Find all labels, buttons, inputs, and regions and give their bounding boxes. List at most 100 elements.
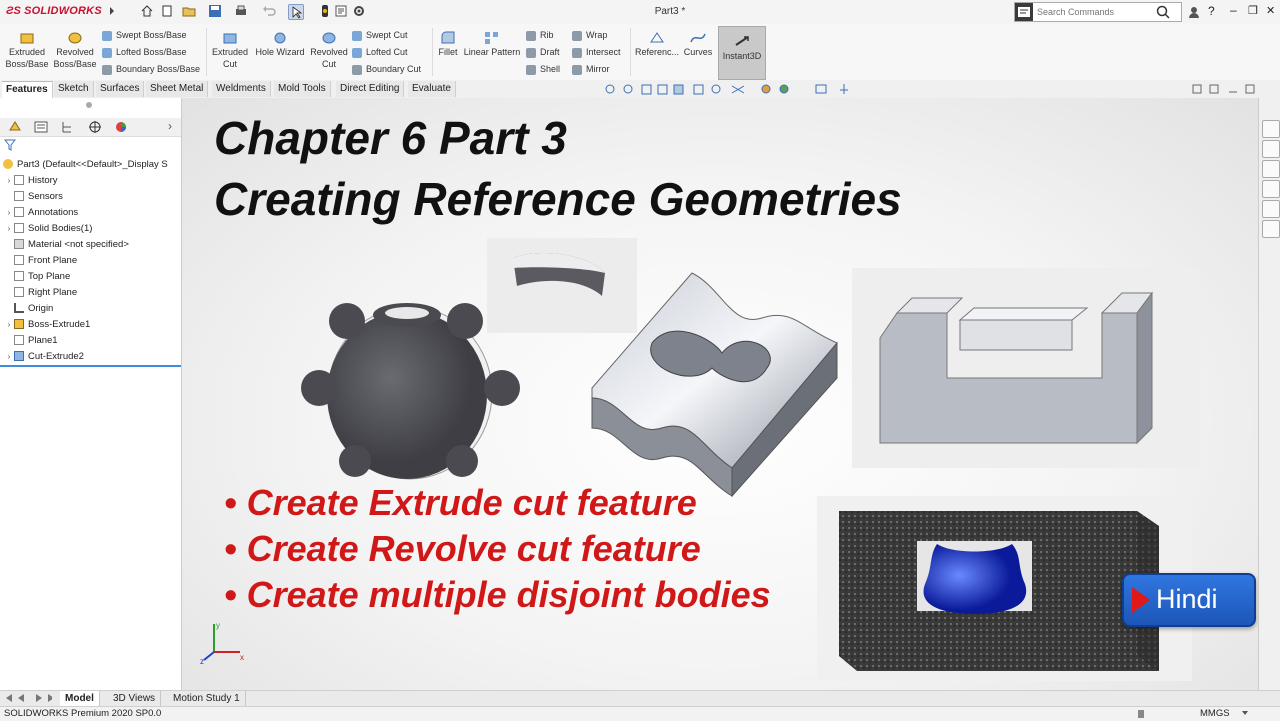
play-icon bbox=[1132, 587, 1150, 613]
view-palette-icon[interactable] bbox=[1262, 180, 1280, 198]
panel-grip-icon[interactable] bbox=[86, 102, 92, 108]
tree-item-history[interactable]: › History bbox=[4, 174, 58, 188]
tab-motion-study-1[interactable]: Motion Study 1 bbox=[168, 691, 246, 706]
search-commands-box[interactable] bbox=[1014, 2, 1182, 22]
swept-boss-button[interactable]: Swept Boss/Base bbox=[102, 28, 187, 42]
boundary-cut-button[interactable]: Boundary Cut bbox=[352, 62, 421, 76]
linear-pattern-icon bbox=[485, 32, 498, 44]
select-pointer-icon[interactable] bbox=[288, 4, 304, 20]
filter-icon[interactable] bbox=[3, 139, 17, 154]
tab-sheet-metal[interactable]: Sheet Metal bbox=[146, 81, 209, 97]
extruded-cut-button[interactable]: Extruded Cut bbox=[208, 26, 252, 70]
view-window-controls[interactable] bbox=[1192, 83, 1256, 98]
tree-item-material[interactable]: Material <not specified> bbox=[14, 238, 129, 252]
traffic-light-icon[interactable] bbox=[318, 4, 332, 18]
property-manager-tab-icon[interactable] bbox=[34, 120, 48, 137]
tree-root-part[interactable]: Part3 (Default<<Default>_Display S bbox=[3, 158, 168, 172]
expand-arrow-icon[interactable]: › bbox=[4, 350, 14, 364]
shell-button[interactable]: Shell bbox=[526, 62, 560, 76]
solidworks-logo[interactable]: ƧS SOLIDWORKS bbox=[6, 5, 102, 17]
expand-arrow-icon[interactable]: › bbox=[4, 222, 14, 236]
tab-weldments[interactable]: Weldments bbox=[212, 81, 271, 97]
open-folder-icon[interactable] bbox=[182, 4, 196, 18]
tab-mold-tools[interactable]: Mold Tools bbox=[274, 81, 331, 97]
tree-item-right-plane[interactable]: Right Plane bbox=[14, 286, 77, 300]
tree-item-boss-extrude1[interactable]: › Boss-Extrude1 bbox=[4, 318, 91, 332]
tab-features[interactable]: Features bbox=[2, 81, 53, 98]
tree-item-top-plane[interactable]: Top Plane bbox=[14, 270, 70, 284]
document-title: Part3 * bbox=[654, 6, 686, 17]
panel-more-arrow-icon[interactable]: › bbox=[168, 119, 172, 133]
tree-item-annotations[interactable]: › Annotations bbox=[4, 206, 79, 220]
origin-icon bbox=[14, 303, 24, 314]
tab-navigation-arrows[interactable] bbox=[4, 693, 54, 707]
expand-arrow-icon[interactable]: › bbox=[4, 174, 14, 188]
configuration-manager-tab-icon[interactable] bbox=[60, 120, 74, 137]
rollback-bar[interactable] bbox=[0, 365, 181, 367]
design-library-icon[interactable] bbox=[1262, 140, 1280, 158]
print-icon[interactable] bbox=[234, 4, 248, 18]
lofted-cut-button[interactable]: Lofted Cut bbox=[352, 45, 408, 59]
undo-icon[interactable] bbox=[262, 4, 276, 18]
tab-evaluate[interactable]: Evaluate bbox=[408, 81, 456, 97]
extruded-boss-button[interactable]: Extruded Boss/Base bbox=[4, 26, 50, 70]
help-button[interactable]: ? bbox=[1208, 4, 1215, 18]
boundary-boss-button[interactable]: Boundary Boss/Base bbox=[102, 62, 200, 76]
tree-item-sensors[interactable]: Sensors bbox=[14, 190, 63, 204]
hole-wizard-button[interactable]: Hole Wizard bbox=[254, 26, 306, 58]
options-gear-icon[interactable] bbox=[352, 4, 366, 18]
plane-icon bbox=[14, 271, 24, 282]
expand-arrow-icon[interactable]: › bbox=[4, 318, 14, 332]
rib-button[interactable]: Rib bbox=[526, 28, 554, 42]
custom-properties-icon[interactable] bbox=[1262, 220, 1280, 238]
wrap-button[interactable]: Wrap bbox=[572, 28, 607, 42]
minimize-button[interactable]: – bbox=[1230, 3, 1237, 17]
tree-item-origin[interactable]: Origin bbox=[14, 302, 53, 316]
tree-item-front-plane[interactable]: Front Plane bbox=[14, 254, 77, 268]
curves-button[interactable]: Curves bbox=[682, 26, 714, 58]
revolved-boss-button[interactable]: Revolved Boss/Base bbox=[52, 26, 98, 70]
dimxpert-tab-icon[interactable] bbox=[88, 120, 102, 137]
units-selector[interactable]: MMGS bbox=[1200, 708, 1230, 719]
units-dropdown-icon[interactable] bbox=[1240, 708, 1250, 721]
tab-direct-editing[interactable]: Direct Editing bbox=[336, 81, 405, 97]
draft-button[interactable]: Draft bbox=[526, 45, 560, 59]
tab-model[interactable]: Model bbox=[60, 691, 100, 706]
instant3d-toggle[interactable]: Instant3D bbox=[718, 26, 766, 80]
extruded-boss-icon bbox=[20, 33, 34, 44]
user-icon[interactable] bbox=[1188, 6, 1200, 21]
tree-item-solid-bodies[interactable]: › Solid Bodies(1) bbox=[4, 222, 93, 236]
mirror-button[interactable]: Mirror bbox=[572, 62, 610, 76]
tree-item-plane1[interactable]: Plane1 bbox=[14, 334, 58, 348]
lofted-boss-button[interactable]: Lofted Boss/Base bbox=[102, 45, 187, 59]
plane-icon bbox=[14, 335, 24, 346]
expand-arrow-icon[interactable]: › bbox=[4, 206, 14, 220]
new-document-icon[interactable] bbox=[160, 4, 174, 18]
search-input[interactable] bbox=[1035, 4, 1159, 20]
feature-manager-tab-icon[interactable] bbox=[8, 120, 22, 137]
display-manager-tab-icon[interactable] bbox=[114, 120, 128, 137]
restore-button[interactable]: ❐ bbox=[1248, 4, 1258, 17]
file-explorer-icon[interactable] bbox=[1262, 160, 1280, 178]
close-button[interactable]: ✕ bbox=[1266, 4, 1275, 17]
swept-cut-button[interactable]: Swept Cut bbox=[352, 28, 408, 42]
graphics-area[interactable]: Chapter 6 Part 3 Creating Reference Geom… bbox=[182, 98, 1258, 690]
expand-arrow-icon[interactable] bbox=[108, 4, 116, 18]
solidworks-resources-icon[interactable] bbox=[1262, 120, 1280, 138]
appearances-icon[interactable] bbox=[1262, 200, 1280, 218]
fillet-button[interactable]: Fillet bbox=[436, 26, 460, 58]
revolved-cut-button[interactable]: Revolved Cut bbox=[306, 26, 352, 70]
save-icon[interactable] bbox=[208, 4, 222, 18]
home-icon[interactable] bbox=[140, 4, 154, 18]
reference-geometry-button[interactable]: Referenc... bbox=[634, 26, 680, 58]
search-icon[interactable] bbox=[1155, 4, 1171, 23]
tab-surfaces[interactable]: Surfaces bbox=[96, 81, 145, 97]
file-properties-icon[interactable] bbox=[334, 4, 348, 18]
search-menu-icon[interactable] bbox=[1015, 3, 1033, 21]
tree-item-cut-extrude2[interactable]: › Cut-Extrude2 bbox=[4, 350, 84, 364]
intersect-button[interactable]: Intersect bbox=[572, 45, 621, 59]
tab-sketch[interactable]: Sketch bbox=[54, 81, 94, 97]
boundary-cut-icon bbox=[352, 64, 362, 75]
tab-3d-views[interactable]: 3D Views bbox=[108, 691, 162, 706]
linear-pattern-button[interactable]: Linear Pattern bbox=[462, 26, 522, 58]
